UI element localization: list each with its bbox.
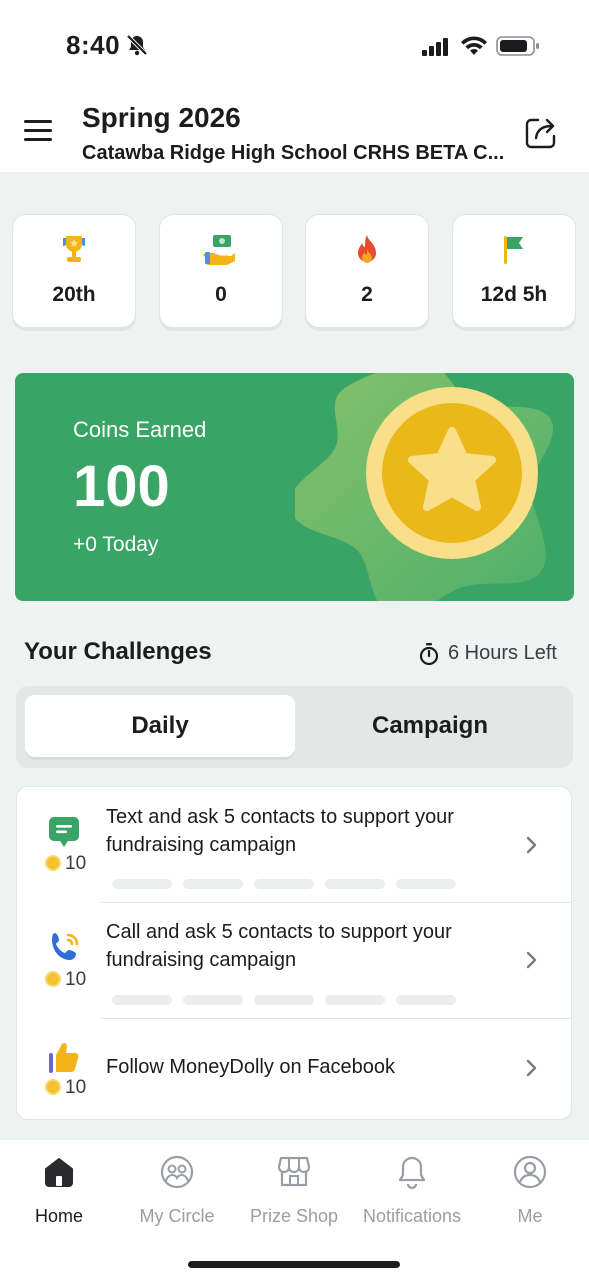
coin-icon	[45, 971, 61, 987]
tab-home[interactable]: Home	[0, 1150, 118, 1227]
stat-rank-card[interactable]: 20th	[12, 214, 136, 328]
person-icon	[513, 1155, 547, 1189]
page-title: Spring 2026	[82, 102, 241, 133]
challenge-reward: 10	[45, 1077, 86, 1099]
circle-people-icon	[160, 1155, 194, 1189]
shop-icon	[277, 1156, 311, 1187]
tab-prize-shop[interactable]: Prize Shop	[235, 1150, 353, 1227]
chevron-right-icon	[526, 836, 537, 854]
phone-call-icon	[52, 933, 79, 960]
challenge-list: 10 Text and ask 5 contacts to support yo…	[16, 786, 572, 1120]
tab-my-circle[interactable]: My Circle	[118, 1150, 236, 1227]
trophy-icon	[63, 236, 85, 262]
stats-row: 20th 0 2 12d 5h	[12, 214, 577, 330]
bell-icon	[398, 1156, 426, 1190]
tab-prize-shop-label: Prize Shop	[249, 1206, 339, 1226]
star-coin-icon	[295, 373, 553, 601]
challenge-progress-bar	[112, 992, 467, 1010]
stat-time-remaining-value: 12d 5h	[480, 283, 548, 306]
challenge-item-follow-facebook[interactable]: 10 Follow MoneyDolly on Facebook	[17, 1019, 573, 1119]
page-subtitle: Catawba Ridge High School CRHS BETA C...	[82, 142, 505, 164]
tab-daily[interactable]: Daily	[25, 695, 295, 757]
challenge-progress-bar	[112, 876, 467, 894]
chat-message-icon	[49, 817, 79, 847]
coin-icon	[45, 855, 61, 871]
coin-icon	[45, 1079, 61, 1095]
stat-streak-card[interactable]: 2	[305, 214, 429, 328]
challenge-type-segmented-control: Daily Campaign	[16, 686, 573, 768]
tab-notifications-label: Notifications	[362, 1206, 462, 1226]
hamburger-menu-icon[interactable]	[24, 120, 58, 146]
flag-icon	[504, 236, 523, 264]
challenge-text: Call and ask 5 contacts to support your …	[106, 921, 452, 971]
coins-today-value: +0 Today	[73, 533, 159, 556]
stat-donations-value: 0	[215, 283, 227, 306]
challenge-item-call-contacts[interactable]: 10 Call and ask 5 contacts to support yo…	[17, 903, 573, 1018]
tab-my-circle-label: My Circle	[139, 1206, 215, 1226]
home-indicator	[188, 1261, 400, 1268]
cellular-signal-icon	[422, 38, 448, 56]
tab-notifications[interactable]: Notifications	[353, 1150, 471, 1227]
battery-icon	[496, 36, 539, 56]
time-left-text: 6 Hours Left	[448, 642, 557, 664]
status-time: 8:40	[66, 30, 121, 60]
flame-icon	[358, 235, 376, 263]
tab-home-label: Home	[34, 1206, 83, 1226]
tab-me-label: Me	[517, 1206, 543, 1226]
tab-me[interactable]: Me	[471, 1150, 589, 1227]
bell-off-icon	[126, 34, 148, 56]
challenges-title: Your Challenges	[24, 638, 212, 665]
stat-rank-value: 20th	[52, 283, 96, 306]
thumbs-up-icon	[49, 1042, 79, 1073]
coins-earned-card: Coins Earned 100 +0 Today	[15, 373, 574, 601]
wifi-icon	[461, 36, 487, 55]
stat-streak-value: 2	[361, 283, 373, 306]
status-bar: 8:40	[0, 0, 589, 92]
bottom-tab-bar: Home My Circle Prize Shop Notifications …	[0, 1140, 589, 1280]
challenge-reward: 10	[45, 969, 86, 991]
home-icon	[45, 1158, 73, 1187]
timer-icon	[419, 643, 439, 666]
stat-time-remaining-card[interactable]: 12d 5h	[452, 214, 576, 328]
stat-donations-card[interactable]: 0	[159, 214, 283, 328]
chevron-right-icon	[526, 1059, 537, 1077]
header: Spring 2026 Catawba Ridge High School CR…	[0, 92, 589, 172]
coins-earned-value: 100	[73, 454, 170, 519]
hand-money-icon	[203, 235, 235, 265]
challenge-text: Text and ask 5 contacts to support your …	[106, 806, 454, 856]
challenge-reward: 10	[45, 853, 86, 875]
tab-campaign[interactable]: Campaign	[295, 695, 565, 757]
challenge-item-text-contacts[interactable]: 10 Text and ask 5 contacts to support yo…	[17, 787, 573, 902]
chevron-right-icon	[526, 951, 537, 969]
coins-earned-label: Coins Earned	[73, 417, 207, 442]
share-icon[interactable]	[522, 114, 560, 152]
challenge-text: Follow MoneyDolly on Facebook	[106, 1056, 396, 1078]
